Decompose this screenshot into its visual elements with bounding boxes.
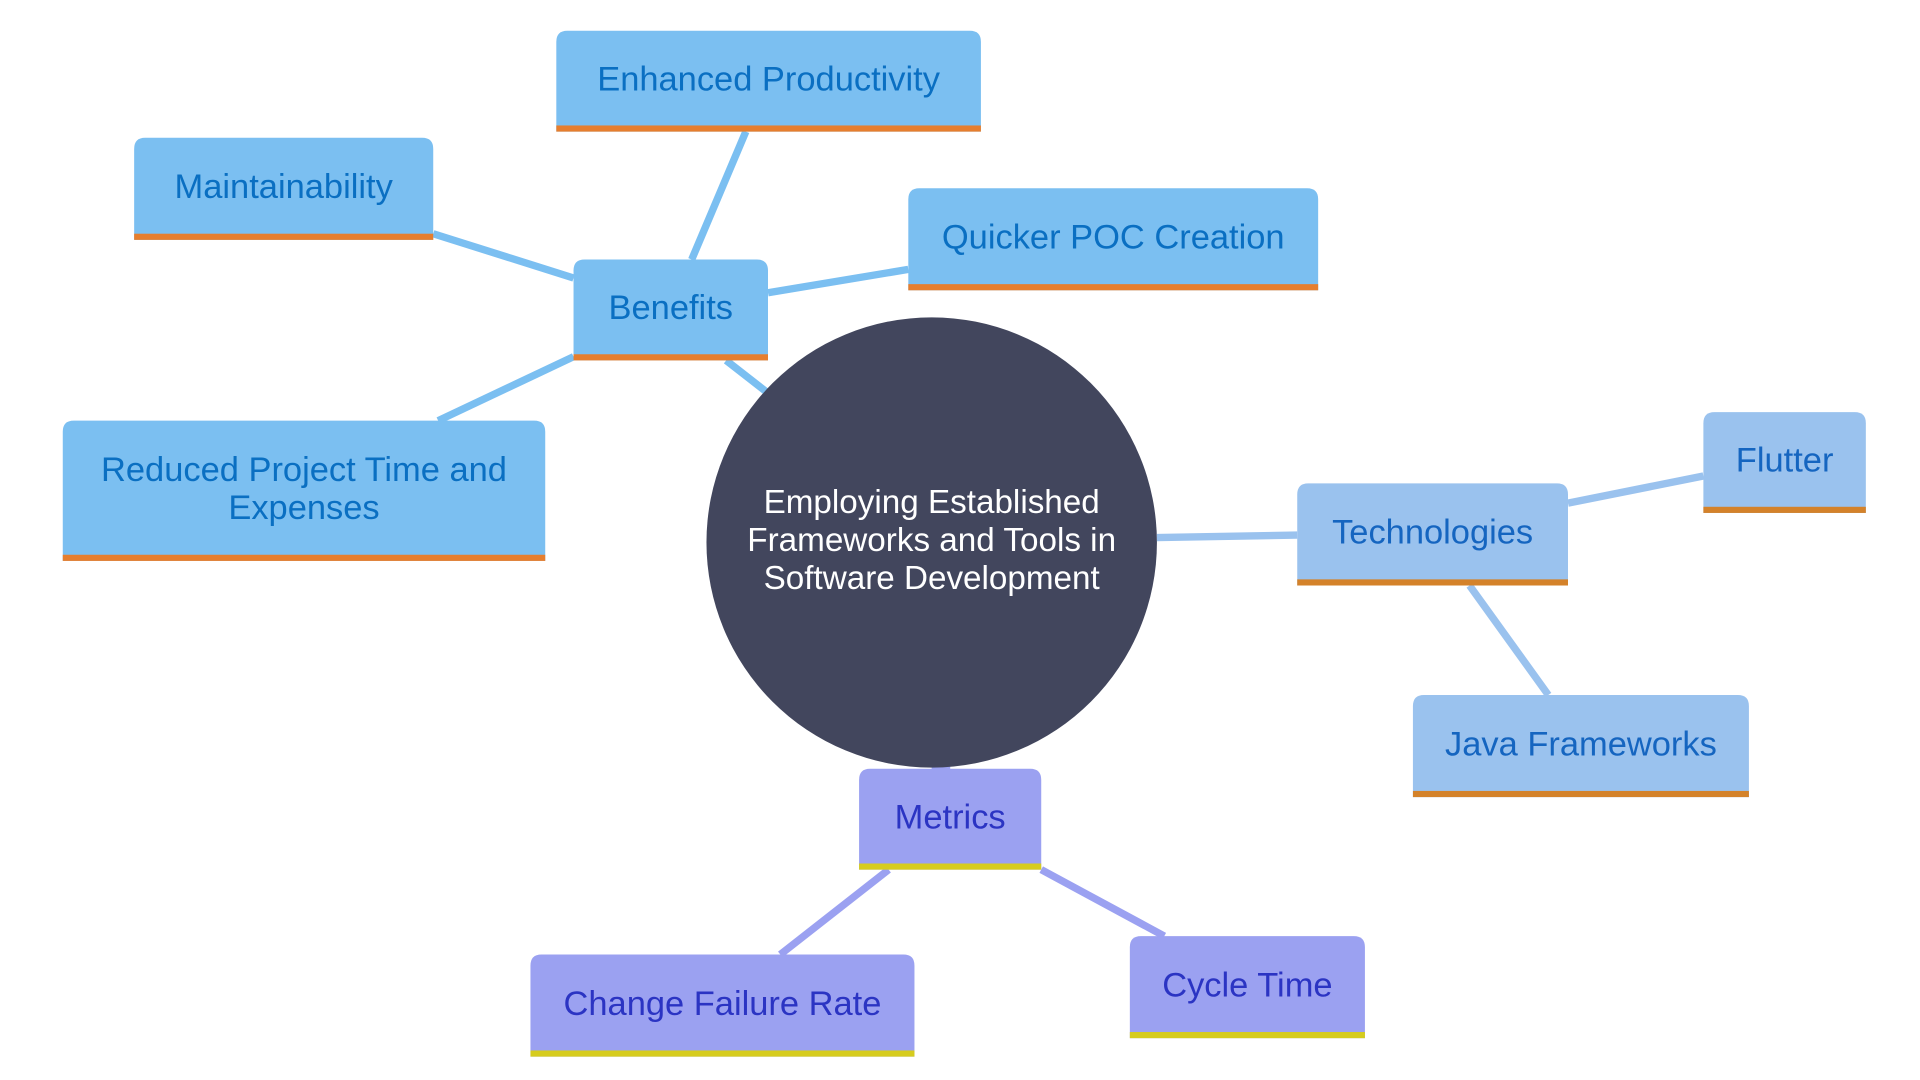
node-label: Flutter xyxy=(1736,442,1834,480)
nodes-layer: Employing EstablishedFrameworks and Tool… xyxy=(62,30,1866,1057)
node-underline xyxy=(134,233,434,240)
node-underline xyxy=(859,863,1042,870)
edge-center-benefits xyxy=(723,357,768,395)
edge-technologies-flutter xyxy=(1567,472,1705,507)
node-underline xyxy=(908,284,1319,291)
edge-metrics-change-failure-rate xyxy=(778,866,891,958)
node-cycle-time[interactable]: Cycle Time xyxy=(1129,936,1365,1039)
node-underline xyxy=(1297,579,1568,586)
node-flutter[interactable]: Flutter xyxy=(1703,412,1866,513)
node-maintainability[interactable]: Maintainability xyxy=(134,137,434,240)
node-label: Expenses xyxy=(228,489,379,527)
node-label: Technologies xyxy=(1332,514,1533,552)
central-topic-label: Employing Established xyxy=(764,484,1100,521)
edge-center-technologies xyxy=(1156,531,1298,542)
node-underline xyxy=(556,125,981,132)
node-metrics[interactable]: Metrics xyxy=(859,768,1042,870)
edge-benefits-reduced-project-time xyxy=(436,353,576,425)
node-label: Benefits xyxy=(609,289,733,327)
central-topic[interactable]: Employing EstablishedFrameworks and Tool… xyxy=(706,317,1157,768)
node-reduced-project-time[interactable]: Reduced Project Time andExpenses xyxy=(62,420,546,561)
node-label: Quicker POC Creation xyxy=(942,218,1285,256)
edge-center-metrics xyxy=(931,763,951,773)
node-benefits[interactable]: Benefits xyxy=(573,259,768,361)
node-enhanced-productivity[interactable]: Enhanced Productivity xyxy=(556,30,981,132)
node-label: Reduced Project Time and xyxy=(101,451,507,489)
node-underline xyxy=(573,354,768,361)
central-topic-label: Software Development xyxy=(764,560,1100,597)
node-underline xyxy=(530,1050,915,1057)
node-label: Change Failure Rate xyxy=(564,985,882,1023)
edge-benefits-enhanced-productivity xyxy=(688,130,750,261)
node-underline xyxy=(1703,506,1866,513)
edge-benefits-quicker-poc-creation xyxy=(767,265,909,297)
node-technologies[interactable]: Technologies xyxy=(1297,483,1568,586)
node-label: Enhanced Productivity xyxy=(597,60,941,98)
node-change-failure-rate[interactable]: Change Failure Rate xyxy=(530,954,915,1057)
node-java-frameworks[interactable]: Java Frameworks xyxy=(1412,694,1749,798)
node-label: Metrics xyxy=(895,798,1006,836)
node-quicker-poc-creation[interactable]: Quicker POC Creation xyxy=(908,188,1319,291)
edge-benefits-maintainability xyxy=(432,230,575,282)
node-underline xyxy=(1412,790,1749,798)
edge-metrics-cycle-time xyxy=(1039,866,1167,940)
node-label: Maintainability xyxy=(175,168,394,206)
node-underline xyxy=(62,554,546,561)
node-label: Java Frameworks xyxy=(1445,725,1717,763)
node-label: Cycle Time xyxy=(1162,966,1332,1004)
mind-map: Employing EstablishedFrameworks and Tool… xyxy=(62,30,1866,1057)
edge-technologies-java-frameworks xyxy=(1466,583,1552,698)
central-topic-label: Frameworks and Tools in xyxy=(747,522,1116,559)
node-underline xyxy=(1129,1032,1365,1039)
